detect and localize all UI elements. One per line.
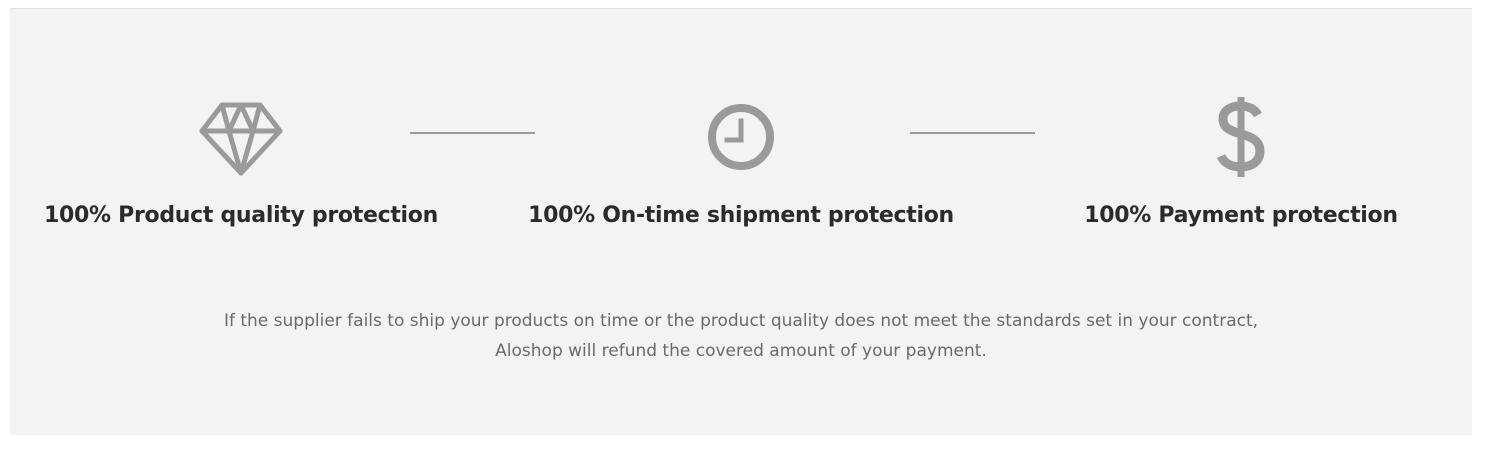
clock-icon: [708, 104, 774, 170]
diamond-icon: [199, 102, 283, 176]
feature-title: 100% Payment protection: [1084, 203, 1398, 228]
feature-product-quality: 100% Product quality protection: [1, 97, 481, 228]
feature-payment: 100% Payment protection: [1001, 97, 1481, 228]
dollar-icon: [1216, 97, 1265, 177]
feature-title: 100% Product quality protection: [44, 203, 438, 228]
feature-title: 100% On-time shipment protection: [528, 203, 954, 228]
protection-section: 100% Product quality protection 100% On-…: [10, 8, 1472, 435]
protection-description: If the supplier fails to ship your produ…: [223, 311, 1259, 361]
feature-on-time-shipment: 100% On-time shipment protection: [501, 97, 981, 228]
